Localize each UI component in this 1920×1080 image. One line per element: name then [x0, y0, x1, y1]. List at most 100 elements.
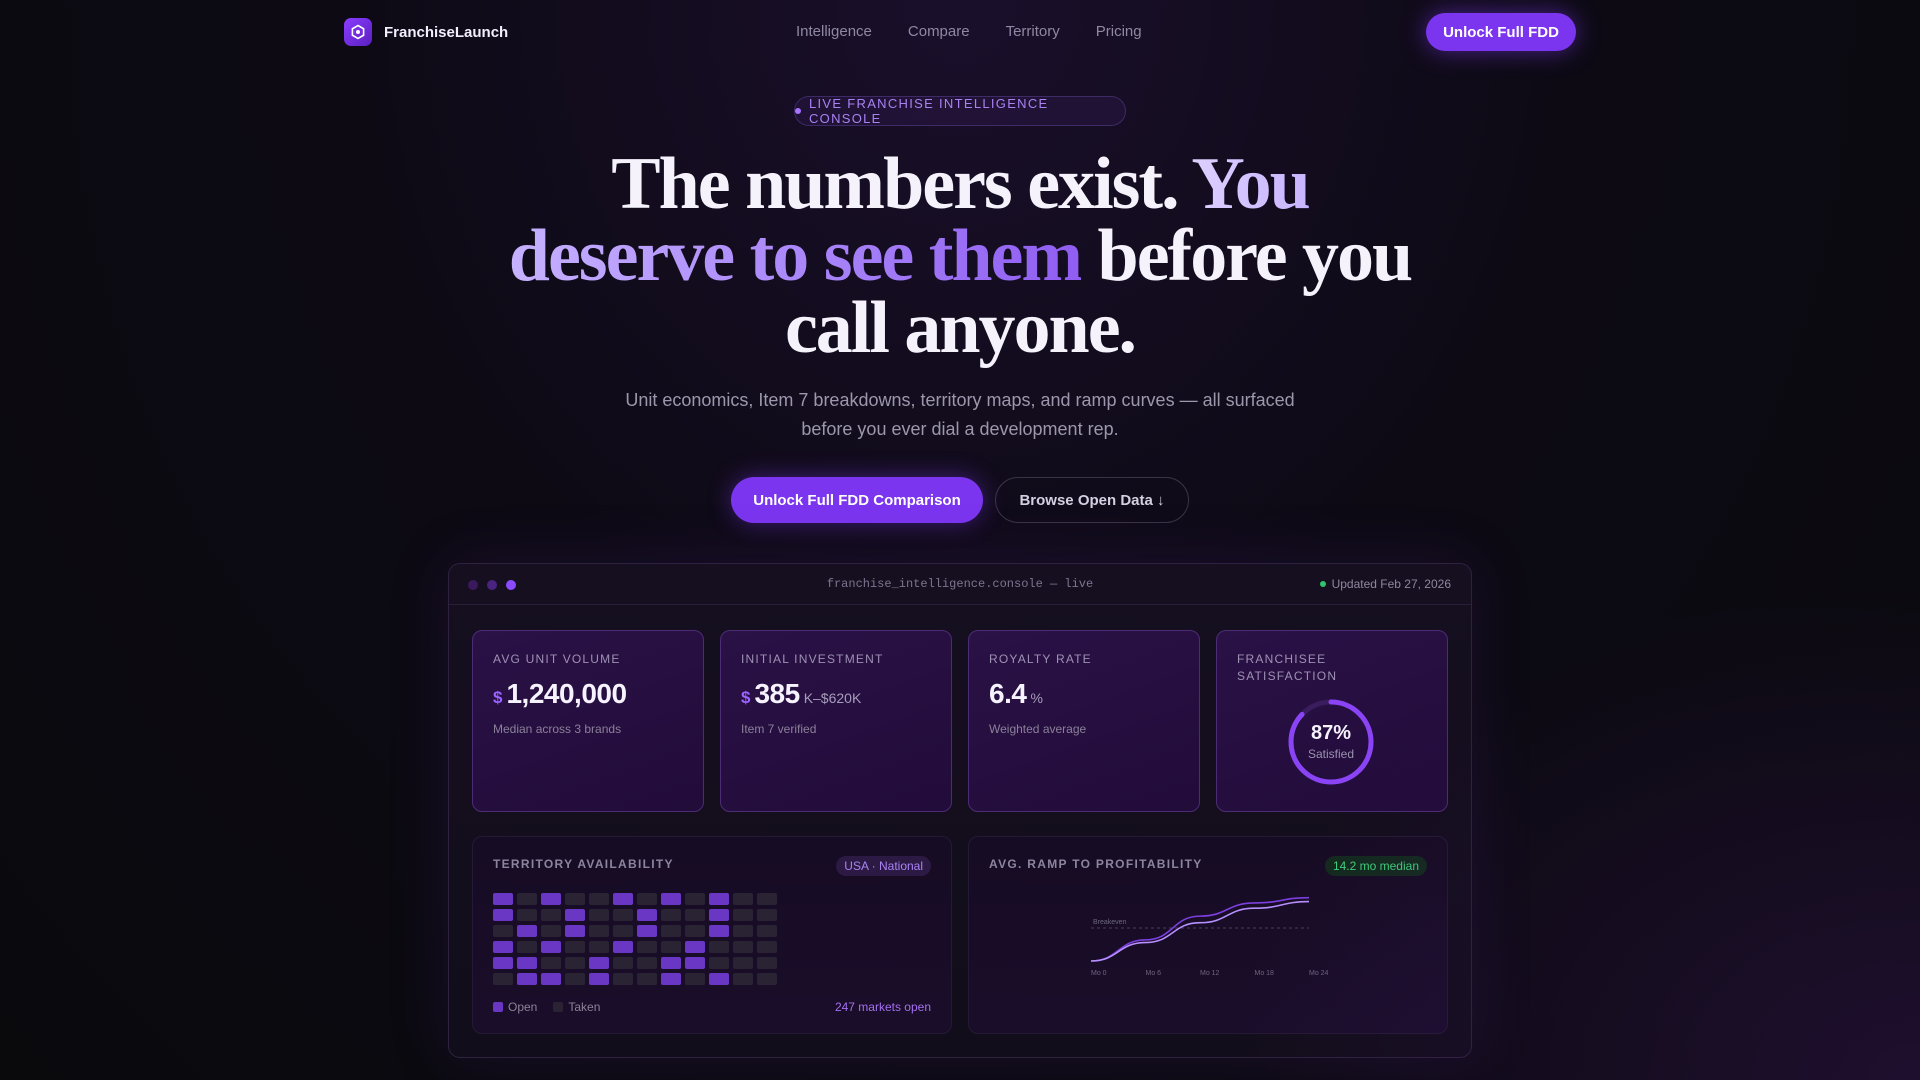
territory-cell-open[interactable]: [709, 973, 729, 985]
territory-cell-taken[interactable]: [589, 909, 609, 921]
brand-name: FranchiseLaunch: [384, 23, 509, 41]
x-tick-label: Mo 24: [1309, 970, 1329, 977]
territory-cell-taken[interactable]: [757, 893, 777, 905]
brand-logo[interactable]: FranchiseLaunch: [344, 18, 508, 46]
territory-cell-open[interactable]: [661, 957, 681, 969]
territory-cell-open[interactable]: [565, 925, 585, 937]
stat-card-franchisee-satisfaction[interactable]: FRANCHISEE SATISFACTION 87% Satisfied: [1216, 630, 1448, 812]
stat-value: 6.4: [989, 678, 1027, 709]
territory-cell-taken[interactable]: [637, 973, 657, 985]
territory-cell-taken[interactable]: [589, 925, 609, 937]
markets-open-link[interactable]: 247 markets open: [835, 1000, 931, 1014]
hero-headline: The numbers exist. You deserve to see th…: [460, 147, 1460, 365]
territory-cell-open[interactable]: [589, 957, 609, 969]
territory-cell-taken[interactable]: [613, 909, 633, 921]
territory-cell-taken[interactable]: [733, 941, 753, 953]
territory-cell-open[interactable]: [685, 957, 705, 969]
intelligence-console: franchise_intelligence.console — live Up…: [448, 563, 1472, 1058]
territory-cell-open[interactable]: [565, 909, 585, 921]
nav-link-pricing[interactable]: Pricing: [1096, 23, 1142, 40]
unlock-full-fdd-button[interactable]: Unlock Full FDD: [1426, 13, 1576, 51]
territory-cell-taken[interactable]: [685, 893, 705, 905]
nav-link-compare[interactable]: Compare: [908, 23, 970, 40]
stat-card-royalty-rate[interactable]: ROYALTY RATE 6.4 % Weighted average: [968, 630, 1200, 812]
region-pill[interactable]: USA · National: [836, 856, 931, 876]
territory-cell-taken[interactable]: [733, 957, 753, 969]
territory-cell-taken[interactable]: [733, 909, 753, 921]
territory-cell-taken[interactable]: [685, 925, 705, 937]
territory-cell-taken[interactable]: [517, 893, 537, 905]
territory-cell-taken[interactable]: [613, 973, 633, 985]
territory-cell-taken[interactable]: [541, 909, 561, 921]
territory-cell-taken[interactable]: [661, 925, 681, 937]
territory-cell-taken[interactable]: [709, 957, 729, 969]
stat-card-initial-investment[interactable]: INITIAL INVESTMENT $ 385 K–$620K Item 7 …: [720, 630, 952, 812]
territory-cell-open[interactable]: [709, 893, 729, 905]
territory-cell-open[interactable]: [661, 893, 681, 905]
hexagon-icon: [344, 18, 372, 46]
unlock-comparison-button[interactable]: Unlock Full FDD Comparison: [731, 477, 983, 523]
territory-cell-open[interactable]: [493, 909, 513, 921]
stat-label: FRANCHISEE SATISFACTION: [1237, 652, 1338, 683]
territory-cell-open[interactable]: [661, 973, 681, 985]
stat-card-avg-unit-volume[interactable]: AVG UNIT VOLUME $ 1,240,000 Median acros…: [472, 630, 704, 812]
territory-cell-taken[interactable]: [757, 973, 777, 985]
territory-cell-open[interactable]: [637, 909, 657, 921]
territory-cell-taken[interactable]: [733, 973, 753, 985]
territory-cell-taken[interactable]: [541, 957, 561, 969]
browse-open-data-button[interactable]: Browse Open Data ↓: [995, 477, 1189, 523]
territory-cell-taken[interactable]: [757, 957, 777, 969]
satisfaction-sublabel: Satisfied: [1307, 747, 1355, 761]
territory-cell-taken[interactable]: [733, 925, 753, 937]
territory-cell-open[interactable]: [517, 925, 537, 937]
x-tick-label: Mo 6: [1146, 970, 1162, 977]
nav-link-intelligence[interactable]: Intelligence: [796, 23, 872, 40]
territory-cell-taken[interactable]: [565, 957, 585, 969]
territory-cell-taken[interactable]: [757, 925, 777, 937]
territory-cell-taken[interactable]: [637, 893, 657, 905]
territory-cell-taken[interactable]: [565, 893, 585, 905]
territory-cell-taken[interactable]: [685, 973, 705, 985]
territory-cell-taken[interactable]: [685, 909, 705, 921]
territory-cell-taken[interactable]: [589, 941, 609, 953]
territory-cell-taken[interactable]: [565, 973, 585, 985]
territory-cell-open[interactable]: [709, 909, 729, 921]
territory-cell-taken[interactable]: [637, 941, 657, 953]
territory-cell-taken[interactable]: [541, 925, 561, 937]
territory-cell-taken[interactable]: [661, 909, 681, 921]
territory-cell-open[interactable]: [541, 941, 561, 953]
territory-cell-taken[interactable]: [517, 909, 537, 921]
territory-cell-open[interactable]: [541, 973, 561, 985]
territory-cell-open[interactable]: [709, 925, 729, 937]
territory-cell-open[interactable]: [541, 893, 561, 905]
territory-cell-taken[interactable]: [757, 941, 777, 953]
stat-label: ROYALTY RATE: [989, 652, 1092, 666]
territory-cell-taken[interactable]: [565, 941, 585, 953]
headline-part-1: The numbers exist.: [611, 143, 1192, 225]
territory-cell-taken[interactable]: [589, 893, 609, 905]
territory-cell-open[interactable]: [685, 941, 705, 953]
nav-link-territory[interactable]: Territory: [1006, 23, 1060, 40]
territory-cell-taken[interactable]: [517, 941, 537, 953]
territory-cell-taken[interactable]: [757, 909, 777, 921]
territory-cell-taken[interactable]: [613, 957, 633, 969]
live-badge: LIVE FRANCHISE INTELLIGENCE CONSOLE: [794, 96, 1126, 126]
territory-cell-taken[interactable]: [493, 925, 513, 937]
territory-cell-taken[interactable]: [709, 941, 729, 953]
territory-cell-taken[interactable]: [613, 925, 633, 937]
territory-cell-open[interactable]: [493, 957, 513, 969]
territory-cell-open[interactable]: [517, 957, 537, 969]
headline-part-2: You: [1191, 143, 1310, 225]
territory-cell-open[interactable]: [613, 941, 633, 953]
territory-cell-open[interactable]: [613, 893, 633, 905]
territory-cell-open[interactable]: [589, 973, 609, 985]
territory-cell-taken[interactable]: [493, 973, 513, 985]
territory-cell-taken[interactable]: [733, 893, 753, 905]
territory-cell-taken[interactable]: [637, 957, 657, 969]
legend-taken: Taken: [568, 1000, 601, 1014]
territory-cell-open[interactable]: [493, 941, 513, 953]
territory-cell-open[interactable]: [517, 973, 537, 985]
territory-cell-open[interactable]: [637, 925, 657, 937]
territory-cell-taken[interactable]: [661, 941, 681, 953]
territory-cell-open[interactable]: [493, 893, 513, 905]
